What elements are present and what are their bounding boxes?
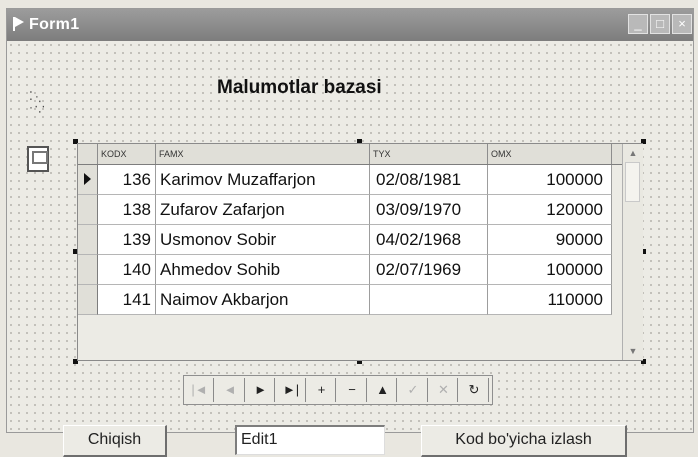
app-icon (13, 17, 25, 31)
nav-delete-button[interactable]: − (338, 378, 367, 402)
grid-cell-oy[interactable]: 110000 (488, 285, 612, 315)
grid-cell-fam[interactable]: Karimov Muzaffarjon (156, 165, 370, 195)
row-indicator[interactable] (78, 195, 98, 225)
header-indicator (78, 144, 98, 164)
nav-next-button[interactable]: ► (247, 378, 275, 402)
nav-post-button[interactable]: ✓ (399, 378, 428, 402)
nav-refresh-button[interactable]: ↻ (460, 378, 489, 402)
scroll-down-arrow-icon[interactable]: ▼ (626, 344, 640, 358)
maximize-button[interactable]: □ (650, 14, 670, 34)
grid-cell-fam[interactable]: Ahmedov Sohib (156, 255, 370, 285)
db-navigator: |◄ ◄ ► ►| + − ▲ ✓ ✕ ↻ (183, 375, 493, 405)
nav-prior-button[interactable]: ◄ (216, 378, 245, 402)
grid-cell-tug[interactable]: 03/09/1970 (370, 195, 488, 225)
datasource-component-icon[interactable]: ⁚· ·⁛ (29, 90, 49, 113)
row-indicator[interactable] (78, 225, 98, 255)
form-client-area: ⁚· ·⁛ Malumotlar bazasi KODX FAMX TYX OMX… (7, 41, 693, 457)
form-window: Form1 _ □ × ⁚· ·⁛ Malumotlar bazasi KODX … (6, 8, 694, 457)
grid-cell-tug[interactable]: 04/02/1968 (370, 225, 488, 255)
nav-edit-button[interactable]: ▲ (369, 378, 397, 402)
exit-button[interactable]: Chiqish (63, 425, 167, 457)
row-indicator[interactable] (78, 165, 98, 195)
row-indicator[interactable] (78, 255, 98, 285)
search-edit-field[interactable]: Edit1 (235, 425, 385, 455)
grid-header: KODX FAMX TYX OMX (78, 144, 622, 165)
grid-cell-tug[interactable]: 02/08/1981 (370, 165, 488, 195)
data-grid[interactable]: KODX FAMX TYX OMX 136 Karimov Muzaffarjon… (77, 143, 643, 361)
nav-cancel-button[interactable]: ✕ (430, 378, 458, 402)
grid-cell-oy[interactable]: 90000 (488, 225, 612, 255)
grid-cell-oy[interactable]: 100000 (488, 165, 612, 195)
title-bar[interactable]: Form1 _ □ × (7, 9, 693, 41)
column-header-tyx[interactable]: TYX (370, 144, 488, 164)
current-row-arrow-icon (84, 173, 91, 185)
grid-cell-oy[interactable]: 120000 (488, 195, 612, 225)
grid-cell-fam[interactable]: Zufarov Zafarjon (156, 195, 370, 225)
nav-last-button[interactable]: ►| (277, 378, 306, 402)
window-title: Form1 (29, 16, 80, 33)
grid-vertical-scrollbar[interactable]: ▲ ▼ (622, 144, 643, 360)
column-header-kodx[interactable]: KODX (98, 144, 156, 164)
grid-cell-fam[interactable]: Usmonov Sobir (156, 225, 370, 255)
form-heading: Malumotlar bazasi (217, 77, 382, 98)
grid-cell-kod[interactable]: 138 (98, 195, 156, 225)
grid-cell-kod[interactable]: 139 (98, 225, 156, 255)
grid-cell-kod[interactable]: 140 (98, 255, 156, 285)
grid-cell-kod[interactable]: 141 (98, 285, 156, 315)
column-header-famx[interactable]: FAMX (156, 144, 370, 164)
grid-cell-tug[interactable] (370, 285, 488, 315)
grid-cell-oy[interactable]: 100000 (488, 255, 612, 285)
minimize-button[interactable]: _ (628, 14, 648, 34)
row-indicator[interactable] (78, 285, 98, 315)
close-button[interactable]: × (672, 14, 692, 34)
nav-insert-button[interactable]: + (308, 378, 336, 402)
grid-cell-fam[interactable]: Naimov Akbarjon (156, 285, 370, 315)
column-header-omx[interactable]: OMX (488, 144, 612, 164)
grid-cell-tug[interactable]: 02/07/1969 (370, 255, 488, 285)
scroll-thumb[interactable] (625, 162, 640, 202)
search-by-code-button[interactable]: Kod bo'yicha izlash (421, 425, 627, 457)
table-component-icon[interactable] (27, 146, 49, 172)
nav-first-button[interactable]: |◄ (186, 378, 214, 402)
scroll-up-arrow-icon[interactable]: ▲ (626, 146, 640, 160)
grid-cell-kod[interactable]: 136 (98, 165, 156, 195)
